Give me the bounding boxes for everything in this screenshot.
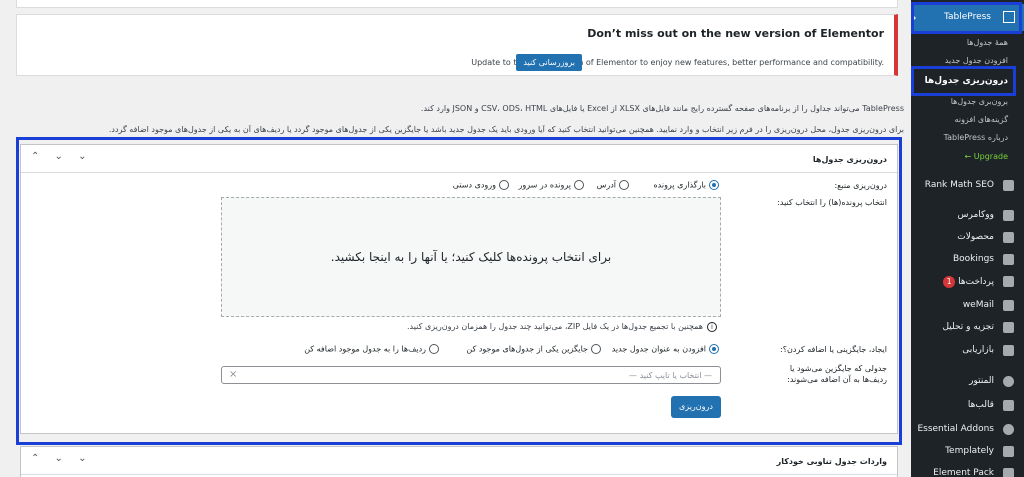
mode-label: ایجاد، جایگزینی یا اضافه کردن؟:: [780, 345, 887, 354]
mail-icon: [1003, 300, 1014, 311]
import-description-2: برای درون‌ریزی جدول، محل درون‌ریزی را در…: [108, 125, 904, 134]
submenu-add-table[interactable]: افزودن جدول جدید: [945, 56, 1008, 65]
sidebar-item-wemail[interactable]: weMail: [911, 296, 1024, 316]
radio-dot[interactable]: [709, 344, 719, 354]
radio-url[interactable]: آدرس: [597, 180, 629, 190]
woo-icon: [1003, 210, 1014, 221]
radio-replace-table[interactable]: جایگزین یکی از جدول‌های موجود کن: [466, 344, 601, 354]
sidebar-item-templates[interactable]: قالب‌ها: [911, 396, 1024, 416]
current-arrow-icon: [910, 12, 916, 24]
target-table-label: جدولی که جایگزین می‌شود یا ردیف‌ها به آن…: [787, 364, 887, 384]
auto-import-panel: واردات جدول تناوبی خودکار ⌃ ⌄ ⌄: [20, 446, 898, 477]
panel-header: واردات جدول تناوبی خودکار ⌃ ⌄ ⌄: [21, 447, 897, 475]
import-button[interactable]: درون‌ریزی: [671, 396, 721, 418]
sidebar-item-bookings[interactable]: Bookings: [911, 250, 1024, 270]
submenu-export-tables[interactable]: برون‌بری جدول‌ها: [951, 97, 1008, 106]
submenu-options[interactable]: گزینه‌های افزونه: [955, 115, 1008, 124]
sidebar-item-templately[interactable]: Templately: [911, 442, 1024, 462]
submenu-upgrade[interactable]: Upgrade ←: [965, 152, 1008, 161]
panel-toggle-controls[interactable]: ⌃ ⌄ ⌄: [31, 151, 93, 162]
source-label: درون‌ریزی منبع:: [834, 181, 887, 190]
sidebar-item-products[interactable]: محصولات: [911, 228, 1024, 248]
sidebar-item-tablepress[interactable]: TablePress: [910, 4, 1024, 31]
radio-dot[interactable]: [499, 180, 509, 190]
import-tables-panel: درون‌ریزی جدول‌ها ⌃ ⌄ ⌄ درون‌ریزی منبع: …: [20, 144, 898, 434]
radio-dot[interactable]: [709, 180, 719, 190]
submenu-about[interactable]: درباره TablePress: [944, 133, 1008, 142]
sidebar-item-elementor[interactable]: المنتور: [911, 372, 1024, 392]
notice-title: Don’t miss out on the new version of Ele…: [587, 27, 884, 40]
bar-chart-icon: [1003, 322, 1014, 333]
update-button[interactable]: بروزرسانی کنید: [516, 54, 582, 71]
zip-note: iهمچنین با تجمیع جدول‌ها در یک فایل ZIP،…: [407, 322, 717, 332]
radio-manual-input[interactable]: ورودی دستی: [453, 180, 509, 190]
chart-icon: [1003, 180, 1014, 191]
sidebar-item-marketing[interactable]: بازاریابی: [911, 341, 1024, 361]
import-description: TablePress می‌تواند جداول را از برنامه‌ه…: [420, 104, 904, 113]
select-placeholder: — انتخاب یا تایپ کنید —: [629, 371, 712, 380]
radio-dot[interactable]: [619, 180, 629, 190]
radio-dot[interactable]: [574, 180, 584, 190]
radio-add-new-table[interactable]: افزودن به عنوان جدول جدید: [612, 344, 719, 354]
panel-toggle-controls[interactable]: ⌃ ⌄ ⌄: [31, 453, 93, 464]
notice-strip: [16, 0, 898, 8]
elementor-icon: [1003, 376, 1014, 387]
clear-icon[interactable]: ×: [229, 369, 237, 380]
radio-dot[interactable]: [591, 344, 601, 354]
file-dropzone[interactable]: برای انتخاب پرونده‌ها کلیک کنید؛ یا آنها…: [221, 197, 721, 317]
target-table-select[interactable]: — انتخاب یا تایپ کنید — ×: [221, 366, 721, 384]
calendar-icon: [1003, 254, 1014, 265]
radio-upload-file[interactable]: بارگذاری پرونده: [653, 180, 719, 190]
table-icon: [1003, 11, 1015, 23]
submenu-import-tables[interactable]: درون‌ریزی جدول‌ها: [925, 76, 1008, 86]
folder-icon: [1003, 400, 1014, 411]
dollar-icon: [1003, 276, 1014, 287]
notification-badge: 1: [943, 276, 956, 288]
ea-icon: [1003, 424, 1014, 435]
select-files-label: انتخاب پرونده(ها) را انتخاب کنید:: [777, 198, 887, 207]
sidebar-item-woocommerce[interactable]: ووکامرس: [911, 206, 1024, 226]
panel-title: درون‌ریزی جدول‌ها: [812, 155, 887, 164]
sidebar-item-analytics[interactable]: تجزیه و تحلیل: [911, 318, 1024, 338]
sidebar-item-essential-addons[interactable]: Essential Addons: [911, 420, 1024, 440]
dropzone-text: برای انتخاب پرونده‌ها کلیک کنید؛ یا آنها…: [330, 250, 612, 264]
templately-icon: [1003, 446, 1014, 457]
radio-dot[interactable]: [429, 344, 439, 354]
sidebar-item-rank-math[interactable]: Rank Math SEO: [911, 176, 1024, 196]
info-icon: i: [707, 322, 717, 332]
megaphone-icon: [1003, 345, 1014, 356]
panel-title: واردات جدول تناوبی خودکار: [776, 457, 887, 466]
update-notice: Don’t miss out on the new version of Ele…: [16, 14, 898, 76]
pack-icon: [1003, 468, 1014, 477]
panel-header: درون‌ریزی جدول‌ها ⌃ ⌄ ⌄: [21, 145, 897, 173]
sidebar-item-label: TablePress: [944, 12, 991, 22]
radio-append-rows[interactable]: ردیف‌ها را به جدول موجود اضافه کن: [304, 344, 439, 354]
sidebar-item-element-pack[interactable]: Element Pack: [911, 464, 1024, 477]
submenu-all-tables[interactable]: همهٔ جدول‌ها: [967, 38, 1008, 47]
radio-server-file[interactable]: پرونده در سرور: [519, 180, 584, 190]
box-icon: [1003, 232, 1014, 243]
sidebar-item-payments[interactable]: پرداخت‌ها1: [911, 272, 1024, 292]
admin-sidebar: TablePress همهٔ جدول‌ها افزودن جدول جدید…: [910, 0, 1024, 477]
